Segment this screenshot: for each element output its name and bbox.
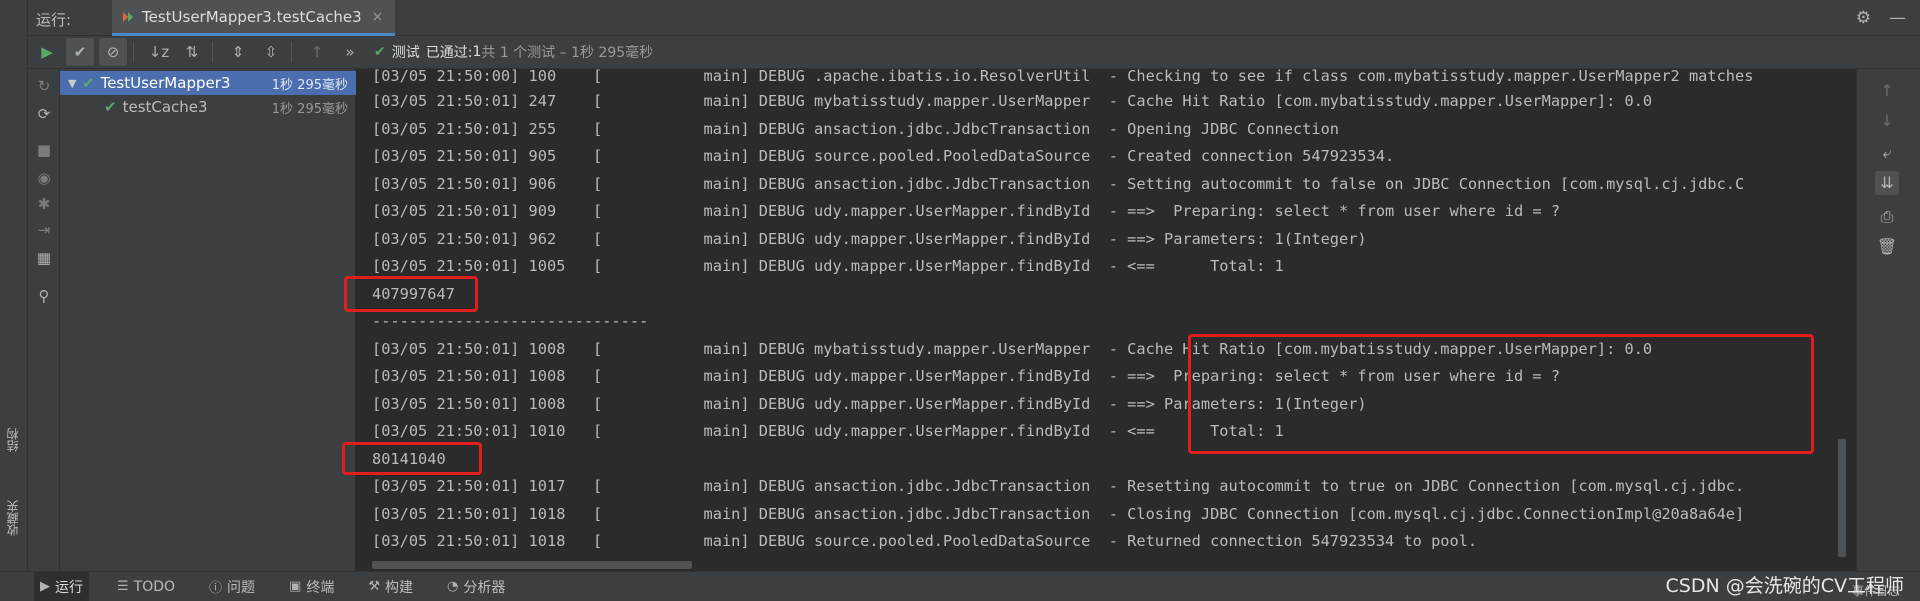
console-line: [03/05 21:50:01] 909 [ main] DEBUG udy.m… [372, 202, 1561, 220]
tree-item-label: testCache3 [122, 98, 208, 116]
test-config-icon [123, 12, 133, 22]
list-icon: ☰ [117, 579, 129, 594]
passed-check-icon: ✔ [374, 44, 386, 60]
rerun-failed-icon[interactable]: ↻ [34, 77, 54, 97]
tree-item-test[interactable]: ✔ testCache3 1秒 295毫秒 [60, 95, 356, 119]
console-line: [03/05 21:50:00] 100 [ main] DEBUG .apac… [372, 69, 1754, 85]
toggle-auto-test-icon[interactable]: ⟳ [34, 105, 54, 125]
tool-tab-label: 问题 [227, 579, 256, 596]
horizontal-scrollbar[interactable] [372, 561, 692, 569]
console-line: [03/05 21:50:01] 247 [ main] DEBUG mybat… [372, 92, 1653, 110]
test-status: ✔ 测试 已通过: 1 共 1 个测试 – 1秒 295毫秒 [374, 42, 653, 62]
vertical-scrollbar[interactable] [1838, 439, 1846, 557]
terminal-icon: ▣ [289, 579, 302, 594]
tool-tab-terminal[interactable]: ▣ 终端 [283, 572, 340, 601]
toolbar-divider [133, 42, 134, 62]
tool-tab-label: 构建 [385, 579, 413, 596]
tool-tab-build[interactable]: ⚒ 构建 [362, 572, 419, 601]
watermark-text: CSDN @会洗碗的CV工程师 [1665, 575, 1904, 597]
console-line: [03/05 21:50:01] 1017 [ main] DEBUG ansa… [372, 477, 1745, 495]
soft-wrap-icon[interactable]: ⤶ [1875, 141, 1899, 165]
highlight-box-hashcode-2 [342, 442, 482, 475]
console-side-toolbar: ↑ ↓ ⤶ ⇊ ⎙ 🗑 [1856, 69, 1920, 571]
stop-icon[interactable]: ■ [34, 141, 54, 161]
toolbar-divider [291, 42, 292, 62]
passed-check-icon: ✔ [82, 74, 95, 92]
highlight-box-hashcode-1 [344, 276, 478, 312]
status-detail: 共 1 个测试 – 1秒 295毫秒 [481, 45, 654, 61]
tool-tab-label: 终端 [306, 579, 335, 596]
toolbar-divider [212, 42, 213, 62]
profiler-icon: ◔ [447, 579, 459, 594]
chevron-down-icon[interactable]: ▼ [68, 77, 82, 90]
scroll-up-icon[interactable]: ↑ [1875, 79, 1899, 103]
status-count: 1 [472, 44, 482, 60]
tool-tab-label: TODO [133, 578, 176, 595]
console-line: [03/05 21:50:01] 905 [ main] DEBUG sourc… [372, 147, 1395, 165]
tool-tab-label: 分析器 [463, 579, 506, 596]
sort-duration-icon[interactable]: ⇅ [178, 38, 206, 66]
pin-icon[interactable]: ⚲ [34, 287, 54, 307]
test-tree: ▼ ✔ TestUserMapper3 1秒 295毫秒 ✔ testCache… [60, 69, 356, 571]
previous-failed-icon[interactable]: ↑ [303, 38, 331, 66]
close-tab-icon[interactable]: × [372, 9, 384, 25]
screenshot-icon[interactable]: ◉ [34, 169, 54, 189]
run-side-toolbar: ↻ ⟳ ■ ◉ ✱ ⇥ ▦ ⚲ [28, 69, 60, 571]
highlight-box-cache-query [1188, 334, 1814, 454]
tree-item-suite[interactable]: ▼ ✔ TestUserMapper3 1秒 295毫秒 [60, 71, 356, 95]
show-passed-icon[interactable]: ✔ [66, 38, 94, 66]
tool-tab-profiler[interactable]: ◔ 分析器 [441, 572, 511, 601]
test-toolbar: ▶ ✔ ⊘ ↓z ⇅ ⇕ ⇳ ↑ » ✔ 测试 已通过: 1 共 1 个测试 –… [28, 36, 1920, 69]
status-passed: 已通过: [425, 45, 473, 61]
structure-tab[interactable]: 结构 [4, 428, 21, 452]
export-icon[interactable]: ⇥ [34, 221, 54, 241]
print-icon[interactable]: ⎙ [1875, 205, 1899, 229]
console-line: [03/05 21:50:01] 1018 [ main] DEBUG ansa… [372, 505, 1745, 523]
console-line: [03/05 21:50:01] 1005 [ main] DEBUG udy.… [372, 257, 1284, 275]
layout-icon[interactable]: ▦ [34, 249, 54, 269]
hammer-icon: ⚒ [368, 579, 380, 594]
debug-bug-icon[interactable]: ✱ [34, 195, 54, 215]
run-tab-title: TestUserMapper3.testCache3 [142, 7, 362, 26]
tree-item-time: 1秒 295毫秒 [271, 101, 348, 117]
run-play-icon: ▶ [40, 579, 50, 594]
title-actions: ⚙ — [1856, 8, 1906, 28]
run-tab[interactable]: TestUserMapper3.testCache3 × [112, 0, 396, 36]
console-line: [03/05 21:50:01] 255 [ main] DEBUG ansac… [372, 120, 1339, 138]
passed-check-icon: ✔ [104, 98, 117, 116]
collapse-all-icon[interactable]: ⇳ [257, 38, 285, 66]
run-label: 运行: [36, 11, 72, 29]
console-line: [03/05 21:50:01] 962 [ main] DEBUG udy.m… [372, 230, 1367, 248]
show-ignored-icon[interactable]: ⊘ [99, 38, 127, 66]
settings-gear-icon[interactable]: ⚙ [1856, 8, 1871, 28]
tool-tab-label: 运行 [55, 579, 83, 596]
favorites-tab[interactable]: 收藏夹 [4, 500, 21, 536]
more-actions-icon[interactable]: » [336, 38, 364, 66]
scroll-to-end-icon[interactable]: ⇊ [1875, 171, 1899, 195]
tool-tab-problems[interactable]: ⓘ 问题 [203, 572, 261, 601]
status-prefix: 测试 [391, 45, 420, 61]
sort-alpha-icon[interactable]: ↓z [145, 38, 173, 66]
console-line: [03/05 21:50:01] 1010 [ main] DEBUG udy.… [372, 422, 1284, 440]
tree-item-label: TestUserMapper3 [100, 74, 231, 92]
rerun-icon[interactable]: ▶ [33, 38, 61, 66]
bottom-tool-window-bar: ▶ 运行 ☰ TODO ⓘ 问题 ▣ 终端 ⚒ 构建 ◔ 分析器 [0, 571, 1920, 601]
scroll-down-icon[interactable]: ↓ [1875, 109, 1899, 133]
tool-tab-todo[interactable]: ☰ TODO [111, 572, 181, 601]
run-titlebar: 运行: TestUserMapper3.testCache3 × ⚙ — [28, 0, 1920, 36]
console-line: [03/05 21:50:01] 1018 [ main] DEBUG sour… [372, 532, 1478, 550]
expand-all-icon[interactable]: ⇕ [224, 38, 252, 66]
left-edge-strip: 结构 收藏夹 [0, 0, 28, 601]
info-icon: ⓘ [209, 581, 223, 596]
minimize-icon[interactable]: — [1889, 8, 1906, 28]
console-separator: ------------------------------ [372, 312, 649, 330]
tool-tab-run[interactable]: ▶ 运行 [34, 571, 89, 601]
console-line: [03/05 21:50:01] 906 [ main] DEBUG ansac… [372, 175, 1745, 193]
tree-item-time: 1秒 295毫秒 [271, 77, 348, 93]
console-output[interactable]: [03/05 21:50:00] 100 [ main] DEBUG .apac… [356, 69, 1856, 571]
clear-all-trash-icon[interactable]: 🗑 [1875, 235, 1899, 259]
